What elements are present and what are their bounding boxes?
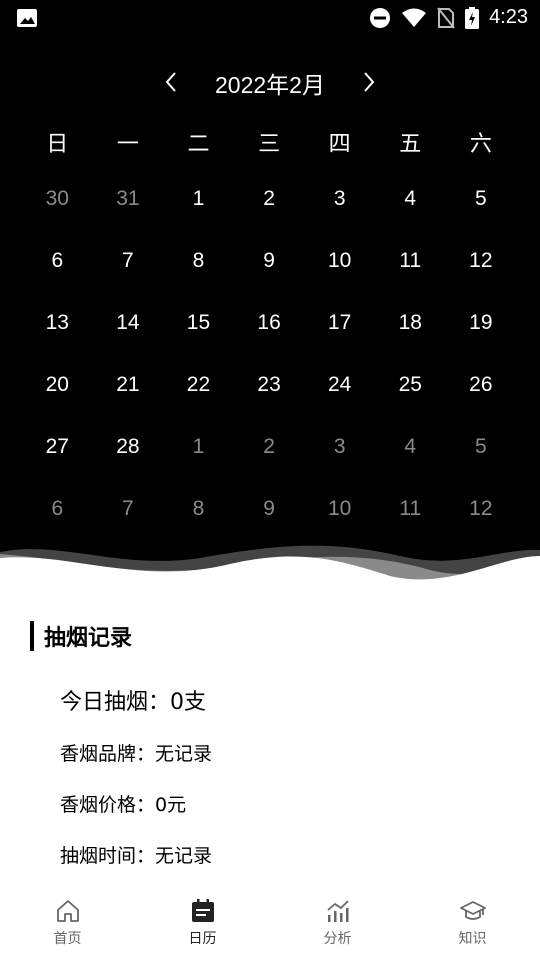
wave-decoration [0, 545, 540, 600]
month-label: 2022年2月 [215, 72, 325, 98]
prev-month-button[interactable] [158, 68, 184, 96]
calendar-day[interactable]: 14 [93, 292, 164, 354]
calendar-icon [191, 899, 214, 922]
calendar-day[interactable]: 13 [22, 292, 93, 354]
weekday-label: 六 [469, 132, 492, 157]
tab-label: 知识 [458, 931, 487, 947]
status-bar: 4:23 [0, 0, 540, 36]
calendar-day[interactable]: 10 [304, 230, 375, 292]
weekday-label: 五 [399, 132, 422, 157]
calendar-day-outside-month[interactable]: 5 [446, 416, 517, 478]
calendar-day[interactable]: 8 [163, 230, 234, 292]
tab-analysis[interactable]: 分析 [270, 890, 405, 960]
tab-home[interactable]: 首页 [0, 890, 135, 960]
calendar-day-outside-month[interactable]: 1 [163, 416, 234, 478]
calendar-day[interactable]: 28 [93, 416, 164, 478]
calendar-day-outside-month[interactable]: 3 [304, 416, 375, 478]
calendar-day-outside-month[interactable]: 4 [375, 416, 446, 478]
battery-charging-icon [465, 6, 480, 29]
tab-knowledge[interactable]: 知识 [405, 890, 540, 960]
gallery-icon [17, 9, 37, 27]
chevron-left-icon [165, 72, 176, 92]
calendar-day[interactable]: 26 [446, 354, 517, 416]
weekday-label: 四 [328, 132, 351, 157]
calendar-day[interactable]: 17 [304, 292, 375, 354]
calendar-day[interactable]: 27 [22, 416, 93, 478]
bottom-tab-bar: 首页 日历 分析 知识 [0, 890, 540, 960]
tab-calendar[interactable]: 日历 [135, 890, 270, 960]
do-not-disturb-icon [370, 7, 391, 28]
calendar-day[interactable]: 11 [375, 230, 446, 292]
calendar-day[interactable]: 1 [163, 168, 234, 230]
weekday-header: 日一二三四五六 [22, 126, 516, 158]
tab-label: 首页 [53, 931, 82, 947]
today-smoking-count: 今日抽烟：0支 [60, 690, 206, 715]
month-navigation: 2022年2月 [0, 62, 540, 102]
cigarette-brand: 香烟品牌：无记录 [60, 743, 213, 765]
wifi-icon [402, 8, 427, 27]
calendar-day[interactable]: 21 [93, 354, 164, 416]
tab-label: 日历 [188, 931, 217, 947]
calendar-day[interactable]: 5 [446, 168, 517, 230]
calendar-day[interactable]: 20 [22, 354, 93, 416]
calendar-day[interactable]: 12 [446, 230, 517, 292]
calendar-day[interactable]: 4 [375, 168, 446, 230]
no-sim-icon [437, 6, 455, 29]
section-header: 抽烟记录 [30, 620, 132, 652]
calendar-day-outside-month[interactable]: 30 [22, 168, 93, 230]
calendar-day[interactable]: 24 [304, 354, 375, 416]
calendar-day[interactable]: 7 [93, 230, 164, 292]
calendar-day[interactable]: 23 [234, 354, 305, 416]
calendar-day[interactable]: 19 [446, 292, 517, 354]
weekday-label: 二 [187, 132, 210, 157]
next-month-button[interactable] [356, 68, 382, 96]
weekday-label: 一 [116, 132, 139, 157]
calendar-day[interactable]: 16 [234, 292, 305, 354]
title-accent-bar [30, 621, 34, 651]
calendar-day[interactable]: 2 [234, 168, 305, 230]
calendar-grid: 30 31 1 2 3 4 5 6 7 8 9 10 11 12 13 14 15 16 17 18 19 20 21 22 2… [22, 168, 516, 540]
weekday-label: 日 [46, 132, 69, 157]
status-time: 4:23 [489, 6, 528, 28]
calendar-day-outside-month[interactable]: 2 [234, 416, 305, 478]
calendar-day[interactable]: 9 [234, 230, 305, 292]
cigarette-price: 香烟价格：0元 [60, 794, 187, 816]
calendar-day-outside-month[interactable]: 31 [93, 168, 164, 230]
calendar-day[interactable]: 18 [375, 292, 446, 354]
calendar-day[interactable]: 25 [375, 354, 446, 416]
calendar-day[interactable]: 22 [163, 354, 234, 416]
chart-icon [326, 900, 349, 922]
calendar-panel: 4:23 2022年2月 日一二三四五六 30 31 1 2 3 4 5 6 7 8 9 10 11 12… [0, 0, 540, 600]
home-icon [56, 900, 79, 922]
weekday-label: 三 [258, 132, 281, 157]
calendar-day[interactable]: 6 [22, 230, 93, 292]
smoking-record-section: 抽烟记录 今日抽烟：0支 香烟品牌：无记录 香烟价格：0元 抽烟时间：无记录 [0, 600, 540, 890]
smoking-time: 抽烟时间：无记录 [60, 845, 213, 867]
graduation-cap-icon [459, 901, 486, 920]
chevron-right-icon [364, 72, 375, 92]
section-title: 抽烟记录 [44, 626, 133, 651]
calendar-day[interactable]: 3 [304, 168, 375, 230]
tab-label: 分析 [323, 931, 352, 947]
calendar-day[interactable]: 15 [163, 292, 234, 354]
